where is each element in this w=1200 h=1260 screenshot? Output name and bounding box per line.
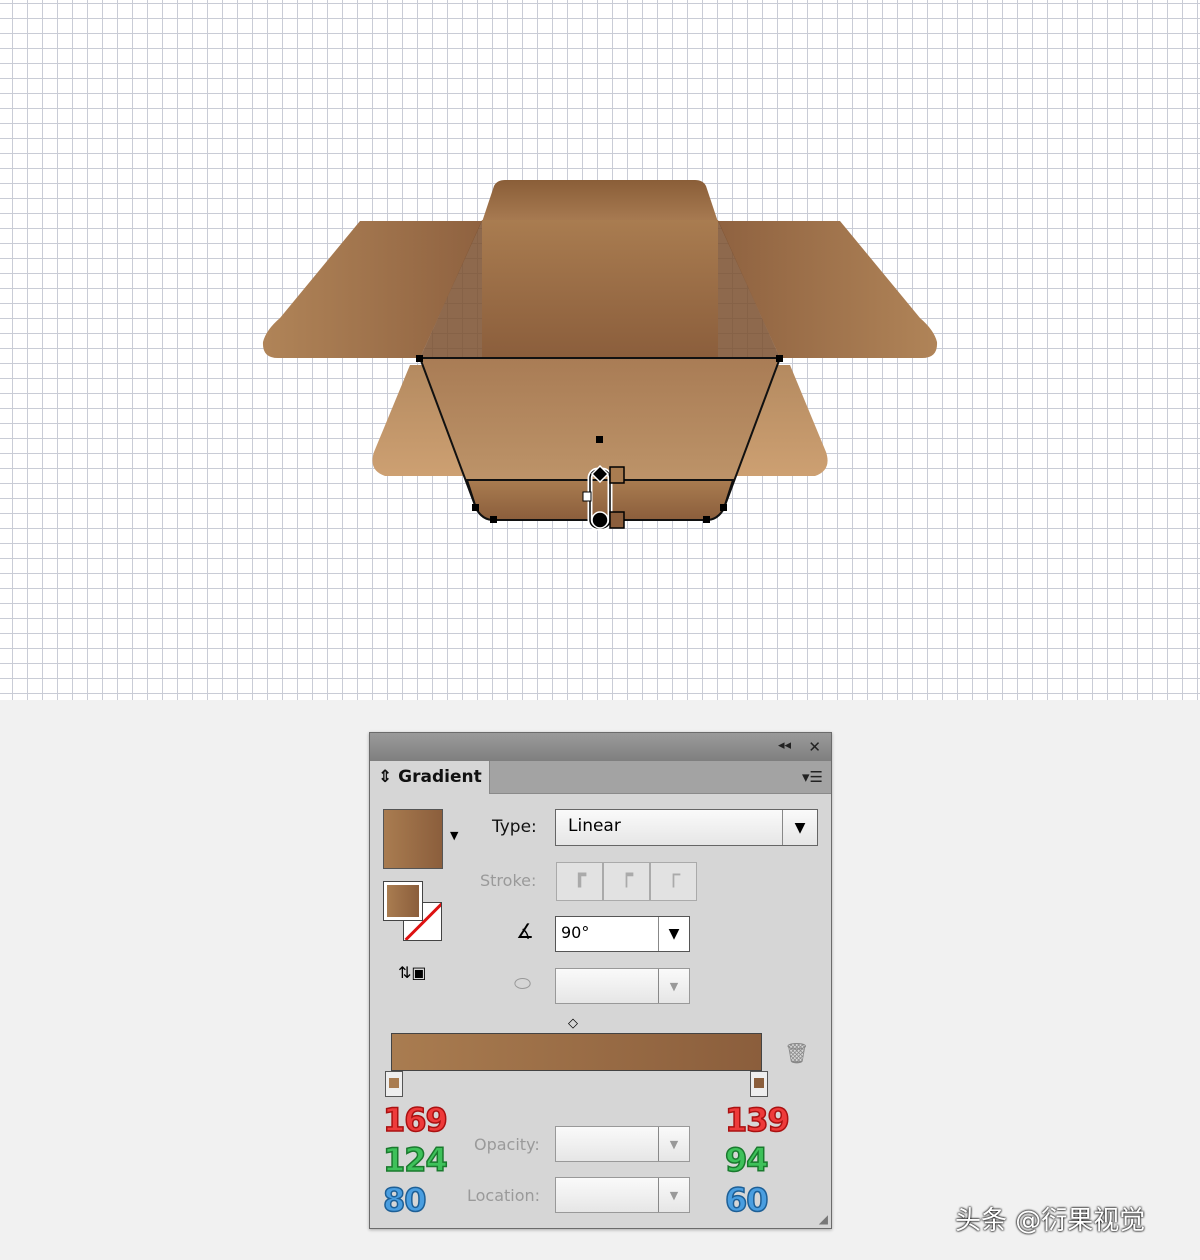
gradient-swatch[interactable] — [383, 809, 443, 869]
chevron-down-icon: ▼ — [782, 810, 817, 845]
chevron-down-icon: ▼ — [658, 1127, 689, 1161]
type-label: Type: — [492, 817, 537, 837]
back-flap — [482, 180, 718, 222]
stroke-label: Stroke: — [480, 871, 537, 890]
angle-icon: ∡ — [516, 919, 534, 943]
swatch-dropdown-icon[interactable]: ▼ — [450, 829, 458, 842]
left-red-value: 169 — [382, 1100, 448, 1140]
type-select[interactable]: Linear ▼ — [555, 809, 818, 846]
aspect-ratio-icon: ⬭ — [514, 971, 532, 995]
close-icon[interactable]: ✕ — [808, 738, 821, 756]
panel-menu-icon[interactable]: ▾☰ — [802, 768, 823, 786]
right-green-value: 94 — [724, 1140, 769, 1180]
tab-gradient[interactable]: ⇕ Gradient — [370, 761, 490, 794]
resize-grip-icon[interactable]: ◢ — [819, 1212, 828, 1226]
chevron-down-icon: ▼ — [658, 969, 689, 1003]
right-stop-rgb: 139 94 60 — [724, 1100, 790, 1220]
gradient-slider[interactable] — [391, 1033, 762, 1071]
midpoint-diamond[interactable]: ◇ — [568, 1016, 578, 1031]
opacity-label: Opacity: — [474, 1135, 540, 1154]
gradient-stop-left[interactable] — [385, 1071, 403, 1097]
artboard-canvas[interactable] — [0, 0, 1200, 700]
location-select[interactable]: ▼ — [555, 1177, 690, 1213]
watermark: 头条 @衍果视觉 — [955, 1206, 1146, 1236]
opacity-select[interactable]: ▼ — [555, 1126, 690, 1162]
gradient-stop-right[interactable] — [750, 1071, 768, 1097]
double-chevron-left-icon[interactable]: ◂◂ — [778, 738, 791, 753]
right-red-value: 139 — [724, 1100, 790, 1140]
aspect-ratio-select[interactable]: ▼ — [555, 968, 690, 1004]
back-inner-wall — [482, 220, 718, 358]
cardboard-box-artwork — [262, 180, 938, 531]
updown-icon: ⇕ — [378, 767, 399, 787]
stroke-options: ┏ ┍ ┌ — [556, 862, 697, 901]
stroke-across-button[interactable]: ┌ — [650, 862, 697, 901]
location-label: Location: — [467, 1186, 541, 1205]
panel-titlebar[interactable]: ◂◂ ✕ — [370, 733, 831, 761]
left-stop-rgb: 169 124 80 — [382, 1100, 448, 1220]
angle-input[interactable]: 90° ▼ — [555, 916, 690, 952]
left-blue-value: 80 — [382, 1180, 427, 1220]
chevron-down-icon[interactable]: ▼ — [658, 917, 689, 951]
gradient-panel: ◂◂ ✕ ⇕ Gradient ▾☰ ▼ ⇅▣ Type: Linear ▼ S… — [369, 732, 832, 1229]
trash-icon[interactable]: 🗑 — [784, 1041, 809, 1065]
chevron-down-icon: ▼ — [658, 1178, 689, 1212]
stroke-within-button[interactable]: ┏ — [556, 862, 603, 901]
reverse-gradient-icon[interactable]: ⇅▣ — [398, 963, 427, 982]
stroke-along-button[interactable]: ┍ — [603, 862, 650, 901]
right-blue-value: 60 — [724, 1180, 769, 1220]
left-green-value: 124 — [382, 1140, 448, 1180]
fill-swatch[interactable] — [383, 881, 423, 921]
